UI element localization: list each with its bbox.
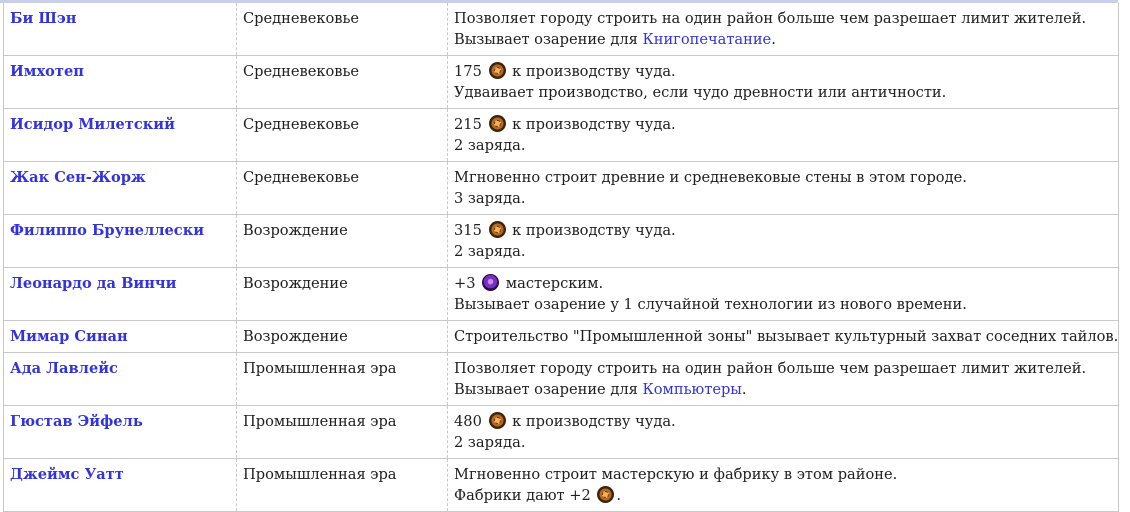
table-row: Би Шэн Средневековье Позволяет городу ст… [3, 3, 1119, 56]
effect-line: 480 к производству чуда. [454, 411, 1112, 432]
effect-cell: Строительство "Промышленной зоны" вызыва… [447, 320, 1119, 353]
engineer-name-link[interactable]: Гюстав Эйфель [10, 413, 143, 430]
effect-text: . [771, 31, 776, 48]
engineer-name-link[interactable]: Исидор Милетский [10, 116, 175, 133]
effect-cell: 215 к производству чуда. 2 заряда. [447, 108, 1119, 162]
effect-line: Вызывает озарение у 1 случайной технолог… [454, 296, 967, 313]
production-icon [488, 62, 506, 79]
production-icon [488, 412, 506, 429]
effect-line: Вызывает озарение для Книгопечатание. [454, 29, 1112, 50]
effect-line: 175 к производству чуда. [454, 61, 1112, 82]
table-row: Ада Лавлейс Промышленная эра Позволяет г… [3, 352, 1119, 406]
engineer-name-link[interactable]: Филиппо Брунеллески [10, 222, 204, 239]
effect-cell: Мгновенно строит древние и средневековые… [447, 161, 1119, 215]
engineer-name-link[interactable]: Мимар Синан [10, 328, 128, 345]
era-cell: Средневековье [236, 55, 448, 109]
effect-line: Фабрики дают +2 . [454, 485, 1112, 506]
era-cell: Возрождение [236, 320, 448, 353]
effect-text: к производству чуда. [512, 63, 676, 80]
effect-line: Вызывает озарение для Компьютеры. [454, 379, 1112, 400]
era-cell: Средневековье [236, 161, 448, 215]
effect-text: мастерским. [505, 275, 604, 292]
effect-line: 2 заряда. [454, 434, 526, 451]
effect-text: . [741, 381, 747, 398]
effect-cell: Позволяет городу строить на один район б… [447, 352, 1119, 406]
table-row: Имхотеп Средневековье 175 к производству… [3, 55, 1119, 109]
effect-value: 480 [454, 413, 482, 430]
era-cell: Возрождение [236, 214, 448, 268]
effect-line: 3 заряда. [454, 190, 526, 207]
effect-line: 2 заряда. [454, 243, 526, 260]
effect-cell: +3 мастерским. Вызывает озарение у 1 слу… [447, 267, 1119, 321]
production-icon [597, 486, 615, 503]
effect-cell: Позволяет городу строить на один район б… [447, 3, 1119, 56]
era-cell: Средневековье [236, 108, 448, 162]
effect-line: 215 к производству чуда. [454, 114, 1112, 135]
effect-value: 215 [454, 116, 482, 133]
tech-link[interactable]: Компьютеры [642, 381, 741, 398]
effect-line: Строительство "Промышленной зоны" вызыва… [454, 328, 1119, 345]
table-row: Исидор Милетский Средневековье 215 к про… [3, 108, 1119, 162]
effect-text: к производству чуда. [512, 222, 676, 239]
era-cell: Промышленная эра [236, 458, 448, 512]
table-row: Леонардо да Винчи Возрождение +3 мастерс… [3, 267, 1119, 321]
engineer-name-link[interactable]: Би Шэн [10, 10, 76, 27]
effect-value: 315 [454, 222, 482, 239]
table-row: Филиппо Брунеллески Возрождение 315 к пр… [3, 214, 1119, 268]
great-engineers-table: Би Шэн Средневековье Позволяет городу ст… [3, 3, 1119, 512]
era-cell: Средневековье [236, 3, 448, 56]
effect-value: 175 [454, 63, 482, 80]
effect-text: . [616, 487, 622, 504]
era-cell: Возрождение [236, 267, 448, 321]
effect-text: Вызывает озарение для [454, 381, 643, 398]
engineer-name-link[interactable]: Имхотеп [10, 63, 84, 80]
effect-cell: 315 к производству чуда. 2 заряда. [447, 214, 1119, 268]
effect-line: +3 мастерским. [454, 273, 1112, 294]
engineer-name-link[interactable]: Жак Сен-Жорж [10, 169, 146, 186]
effect-text: Вызывает озарение для [454, 31, 643, 48]
engineer-name-link[interactable]: Ада Лавлейс [10, 360, 118, 377]
era-cell: Промышленная эра [236, 352, 448, 406]
effect-line: 315 к производству чуда. [454, 220, 1112, 241]
effect-value: +3 [454, 275, 476, 292]
effect-line: Мгновенно строит мастерскую и фабрику в … [454, 466, 898, 483]
table-row: Джеймс Уатт Промышленная эра Мгновенно с… [3, 458, 1119, 512]
effect-text: Фабрики дают +2 [454, 487, 591, 504]
engineer-name-link[interactable]: Леонардо да Винчи [10, 275, 176, 292]
production-icon [488, 115, 506, 132]
production-icon [488, 221, 506, 238]
effect-cell: 175 к производству чуда. Удваивает произ… [447, 55, 1119, 109]
table-row: Жак Сен-Жорж Средневековье Мгновенно стр… [3, 161, 1119, 215]
effect-line: Позволяет городу строить на один район б… [454, 10, 1087, 27]
effect-line: Позволяет городу строить на один район б… [454, 360, 1087, 377]
effect-text: к производству чуда. [512, 413, 676, 430]
tech-link[interactable]: Книгопечатание [642, 31, 771, 48]
table-row: Гюстав Эйфель Промышленная эра 480 к про… [3, 405, 1119, 459]
effect-cell: Мгновенно строит мастерскую и фабрику в … [447, 458, 1119, 512]
effect-line: 2 заряда. [454, 137, 526, 154]
great-person-icon [482, 274, 500, 291]
effect-cell: 480 к производству чуда. 2 заряда. [447, 405, 1119, 459]
engineer-name-link[interactable]: Джеймс Уатт [10, 466, 124, 483]
era-cell: Промышленная эра [236, 405, 448, 459]
effect-line: Мгновенно строит древние и средневековые… [454, 169, 967, 186]
effect-text: к производству чуда. [512, 116, 676, 133]
table-row: Мимар Синан Возрождение Строительство "П… [3, 320, 1119, 353]
effect-line: Удваивает производство, если чудо древно… [454, 84, 947, 101]
